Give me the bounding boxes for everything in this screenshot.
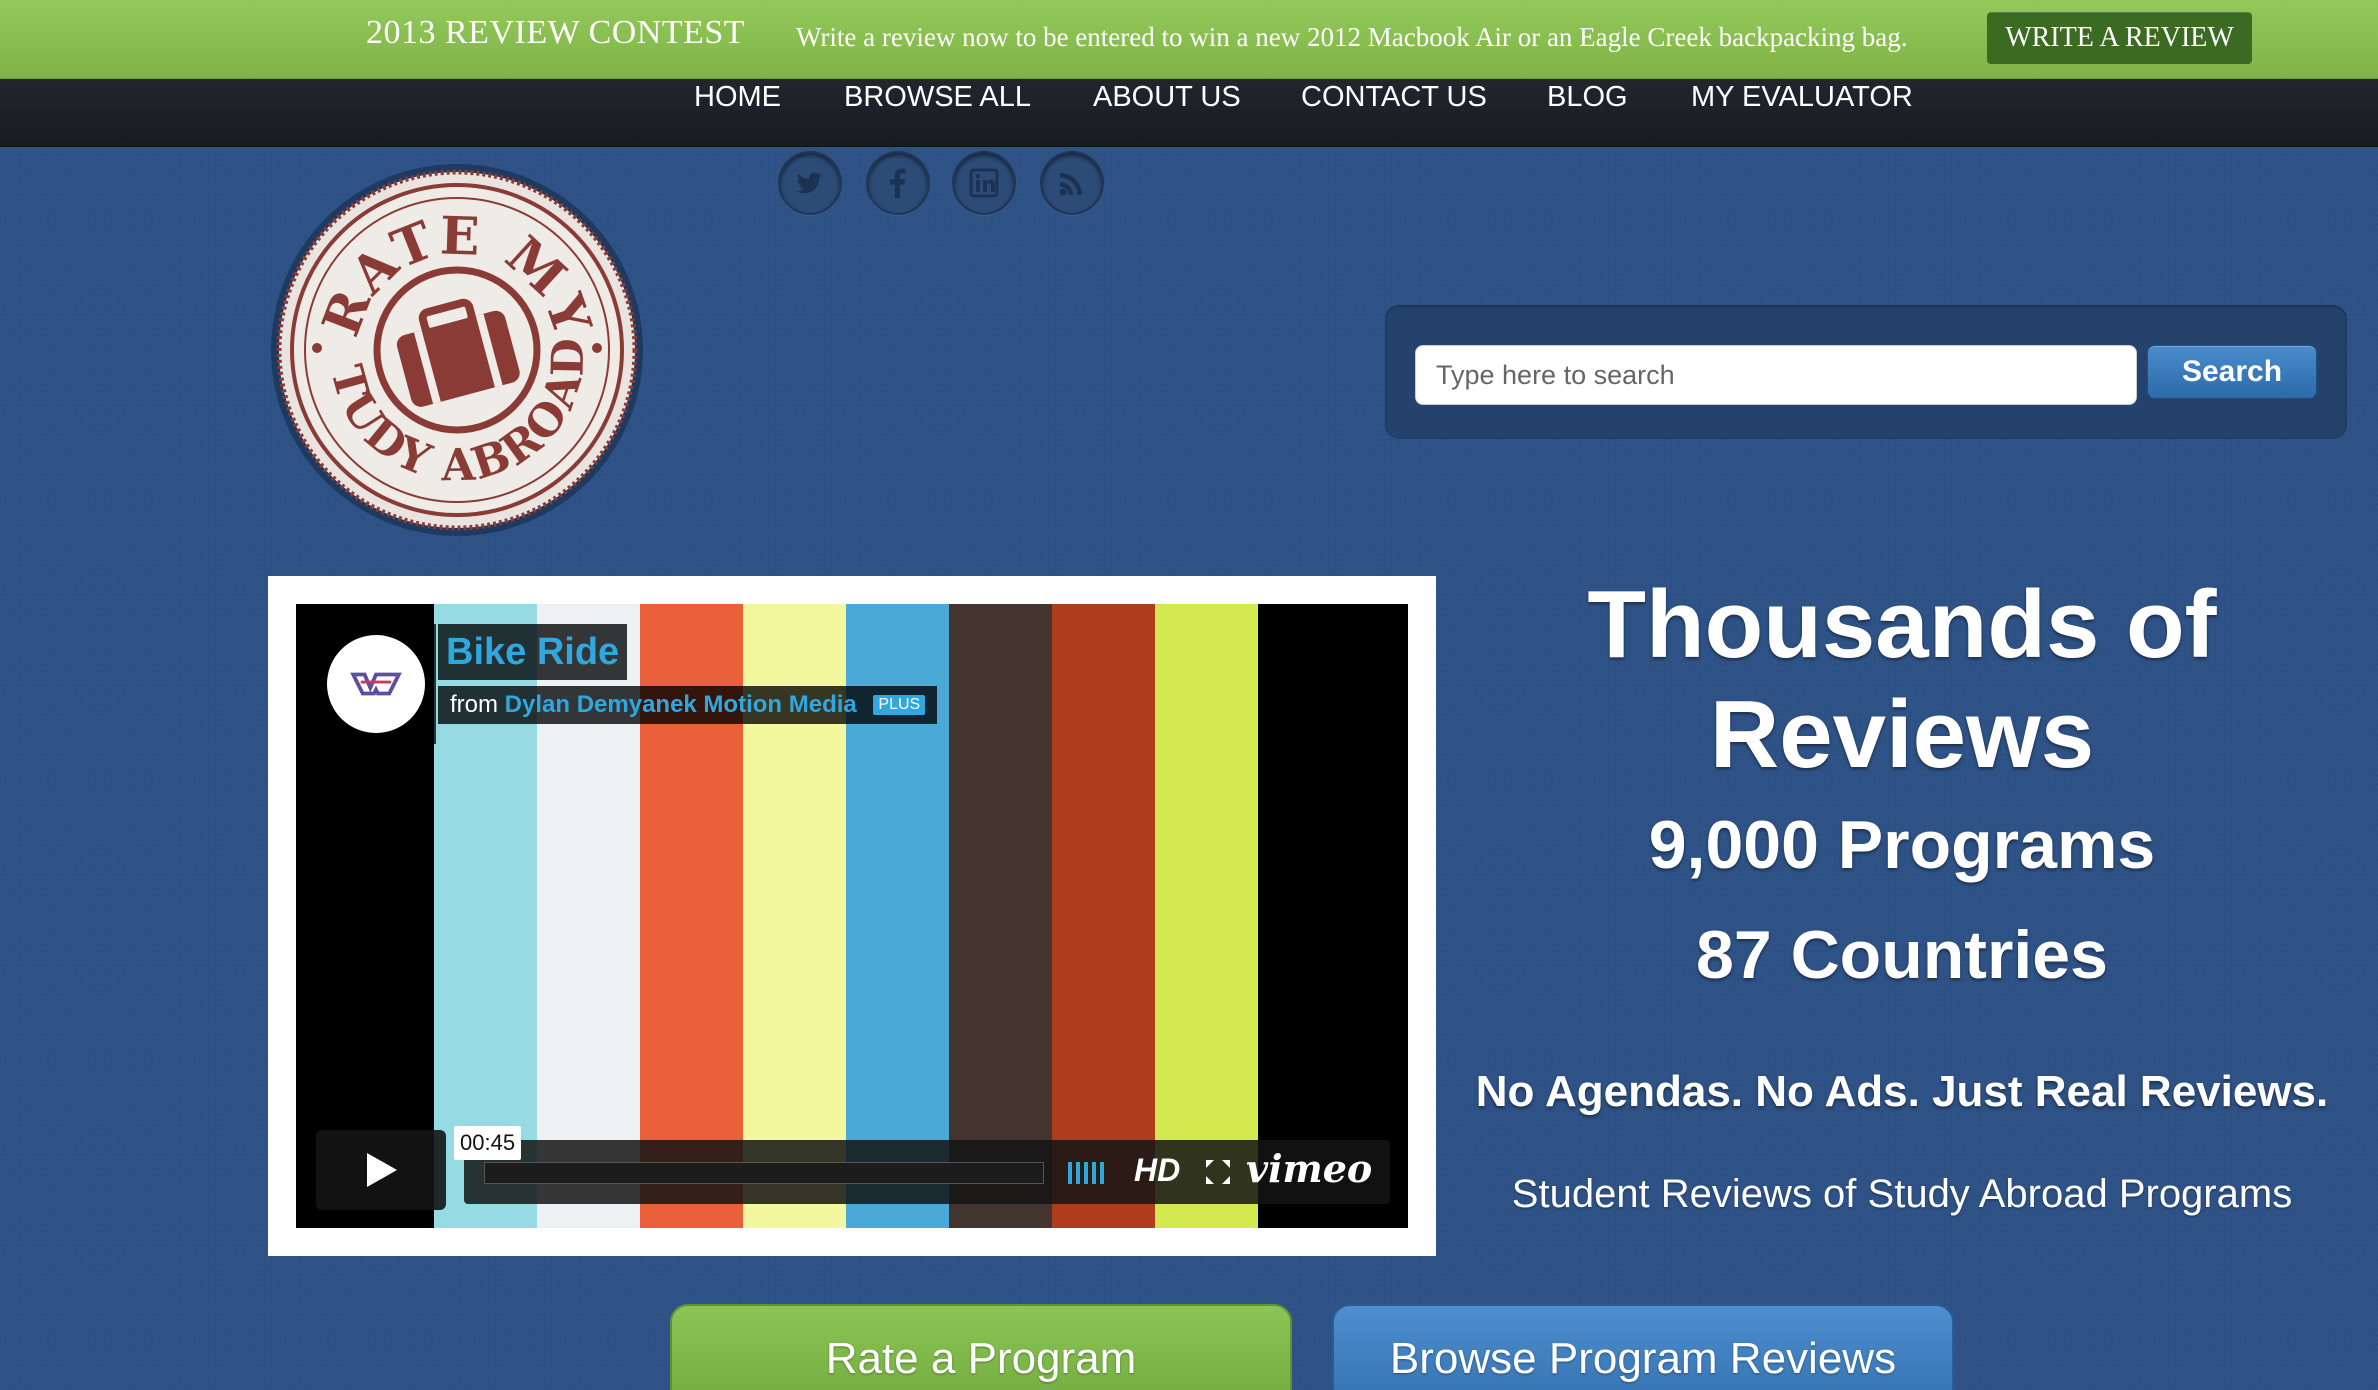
video-color-bar: [1052, 604, 1155, 1228]
nav-home[interactable]: HOME: [694, 79, 781, 115]
nav-about-us[interactable]: ABOUT US: [1093, 79, 1241, 115]
promo-title: 2013 REVIEW CONTEST: [366, 14, 746, 51]
volume-icon[interactable]: [1068, 1162, 1104, 1184]
rate-program-button[interactable]: Rate a Program: [670, 1304, 1292, 1390]
vimeo-logo[interactable]: vimeo: [1246, 1146, 1372, 1191]
slogan: No Agendas. No Ads. Just Real Reviews.: [1475, 1067, 2329, 1116]
search-panel: Search: [1385, 305, 2347, 439]
promo-banner: 2013 REVIEW CONTEST Write a review now t…: [0, 0, 2378, 79]
play-button[interactable]: [316, 1130, 446, 1210]
video-author-link[interactable]: Dylan Demyanek Motion Media: [505, 691, 857, 718]
nav-browse-all[interactable]: BROWSE ALL: [844, 79, 1031, 115]
headline-title: Thousands of Reviews: [1587, 571, 2217, 788]
facebook-icon[interactable]: [866, 151, 930, 215]
video-time-tooltip: 00:45: [454, 1126, 522, 1160]
main-nav: HOME BROWSE ALL ABOUT US CONTACT US BLOG…: [0, 79, 2378, 147]
tagline: Student Reviews of Study Abroad Programs: [1511, 1172, 2293, 1216]
site-logo[interactable]: RATE MY STUDY ABROAD: [248, 118, 649, 542]
plus-badge: PLUS: [873, 695, 926, 715]
video-control-bar: HD vimeo: [464, 1140, 1390, 1204]
video-color-bar: [1155, 604, 1258, 1228]
search-button[interactable]: Search: [2147, 345, 2317, 399]
linkedin-icon[interactable]: [952, 151, 1016, 215]
nav-contact-us[interactable]: CONTACT US: [1301, 79, 1487, 115]
video-color-bar: [1258, 604, 1408, 1228]
browse-reviews-button[interactable]: Browse Program Reviews: [1332, 1304, 1954, 1390]
nav-blog[interactable]: BLOG: [1547, 79, 1628, 115]
hd-toggle[interactable]: HD: [1134, 1152, 1180, 1189]
video-channel-avatar[interactable]: [316, 624, 436, 744]
video-progress-bar[interactable]: [484, 1162, 1044, 1184]
video-frame: Bike Ride from Dylan Demyanek Motion Med…: [268, 576, 1436, 1256]
fullscreen-icon[interactable]: [1204, 1158, 1232, 1186]
video-byline: from Dylan Demyanek Motion Media PLUS: [438, 686, 938, 724]
write-review-button[interactable]: WRITE A REVIEW: [1987, 12, 2252, 64]
programs-count: 9,000 Programs: [1648, 807, 2156, 883]
video-color-bar: [949, 604, 1052, 1228]
video-from-label: from: [450, 691, 498, 718]
twitter-icon[interactable]: [778, 151, 842, 215]
video-player[interactable]: Bike Ride from Dylan Demyanek Motion Med…: [296, 604, 1408, 1228]
countries-count: 87 Countries: [1696, 917, 2108, 993]
nav-my-evaluator[interactable]: MY EVALUATOR: [1691, 79, 1913, 115]
search-input[interactable]: [1415, 345, 2137, 405]
video-title[interactable]: Bike Ride: [438, 624, 628, 680]
channel-logo-icon: [350, 672, 402, 696]
promo-text: Write a review now to be entered to win …: [796, 22, 1908, 52]
rss-icon[interactable]: [1040, 151, 1104, 215]
play-icon: [367, 1153, 397, 1187]
